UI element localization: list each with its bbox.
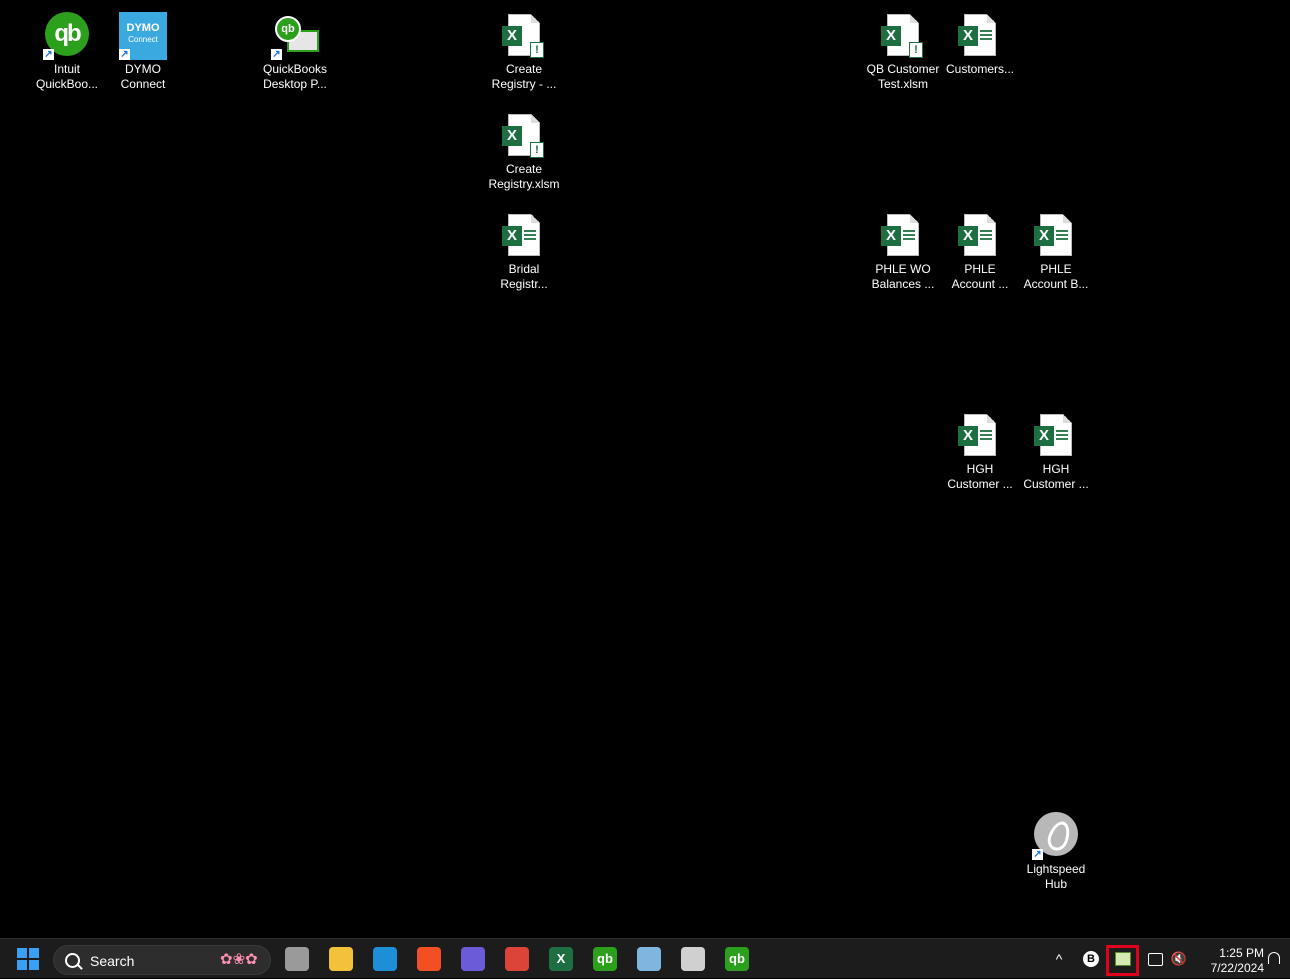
excel-file-icon: X	[956, 212, 1004, 260]
shortcut-arrow-icon: ↗	[271, 49, 282, 60]
desktop-icon-intuit-quickbooks[interactable]: qb ↗ Intuit QuickBoo...	[29, 0, 105, 92]
excel-macro-file-icon: X!	[500, 112, 548, 160]
tray-overflow-button[interactable]: ^	[1048, 939, 1070, 979]
desktop-icon-phle-account-b[interactable]: X PHLE Account B...	[1018, 200, 1094, 292]
monitor-app-icon	[637, 947, 661, 971]
desktop[interactable]: qb ↗ Intuit QuickBoo... DYMO Connect ↗ D…	[0, 0, 1290, 938]
desktop-icon-create-registry-copy[interactable]: X! Create Registry - ...	[486, 0, 562, 92]
desktop-icon-label: HGH Customer ...	[947, 462, 1013, 491]
taskbar-app-snipping-tool[interactable]	[673, 943, 713, 975]
desktop-icon-create-registry[interactable]: X! Create Registry.xlsm	[486, 100, 562, 192]
clock-time: 1:25 PM	[1219, 946, 1264, 960]
desktop-icon-lightspeed-hub[interactable]: ↗ Lightspeed Hub	[1018, 800, 1094, 892]
taskbar-app-microsoft-store[interactable]	[409, 943, 449, 975]
clock[interactable]: 1:25 PM 7/22/2024	[1196, 946, 1264, 976]
taskbar-app-quickbooks-desktop[interactable]: qb	[717, 943, 757, 975]
desktop-icon-phle-wo-balances[interactable]: X PHLE WO Balances ...	[865, 200, 941, 292]
copilot-icon	[461, 947, 485, 971]
excel-file-icon: X	[1032, 212, 1080, 260]
excel-macro-file-icon: X!	[879, 12, 927, 60]
search-box[interactable]: Search ✿❀✿	[53, 945, 271, 975]
excel-file-icon: X	[879, 212, 927, 260]
desktop-icon-hgh-customer-1[interactable]: X HGH Customer ...	[942, 400, 1018, 492]
volume-button[interactable]: 🔇	[1168, 939, 1190, 979]
taskbar-app-file-explorer[interactable]	[321, 943, 361, 975]
desktop-icon-label: PHLE Account ...	[951, 262, 1009, 291]
shortcut-arrow-icon: ↗	[119, 49, 130, 60]
desktop-icon-hgh-customer-2[interactable]: X HGH Customer ...	[1018, 400, 1094, 492]
desktop-icon-label: HGH Customer ...	[1023, 462, 1089, 491]
desktop-icon-label: Intuit QuickBoo...	[35, 62, 99, 91]
desktop-icon-label: PHLE Account B...	[1023, 262, 1089, 291]
desktop-icon-label: QuickBooks Desktop P...	[262, 62, 328, 91]
desktop-icon-label: PHLE WO Balances ...	[871, 262, 935, 291]
dymo-logo-subtext: Connect	[128, 35, 158, 44]
search-label: Search	[90, 953, 135, 969]
quickbooks-desktop-icon: qb	[725, 947, 749, 971]
taskbar-app-quickbooks[interactable]: qb	[585, 943, 625, 975]
desktop-icon-label: Create Registry - ...	[491, 62, 557, 91]
search-highlight-icon: ✿❀✿	[220, 951, 258, 968]
highlight-box	[1106, 945, 1139, 976]
desktop-icon-qb-customer-test[interactable]: X! QB Customer Test.xlsm	[865, 0, 941, 92]
file-explorer-icon	[329, 947, 353, 971]
taskbar-app-excel[interactable]: X	[541, 943, 581, 975]
clock-date: 7/22/2024	[1210, 961, 1264, 975]
excel-file-icon: X	[1032, 412, 1080, 460]
desktop-icon-label: Bridal Registr...	[500, 262, 548, 291]
tray-b-app[interactable]: B	[1080, 939, 1102, 979]
dymo-logo-text: DYMO	[126, 22, 160, 34]
start-button[interactable]	[8, 943, 48, 975]
bell-icon	[1268, 952, 1280, 964]
shortcut-arrow-icon: ↗	[1032, 849, 1043, 860]
microsoft-store-icon	[417, 947, 441, 971]
excel-file-icon: X	[500, 212, 548, 260]
desktop-icon-customers[interactable]: X Customers...	[942, 0, 1018, 77]
snipping-tool-icon	[681, 947, 705, 971]
excel-macro-file-icon: X!	[500, 12, 548, 60]
desktop-icon-label: Lightspeed Hub	[1026, 862, 1086, 891]
taskbar-app-task-view[interactable]	[277, 943, 317, 975]
excel-file-icon: X	[956, 412, 1004, 460]
taskbar-app-monitor-app[interactable]	[629, 943, 669, 975]
windows-start-icon	[17, 948, 39, 970]
excel-icon: X	[549, 947, 573, 971]
notifications-button[interactable]	[1264, 939, 1284, 979]
chrome-icon	[505, 947, 529, 971]
desktop-icon-quickbooks-desktop[interactable]: qb ↗ QuickBooks Desktop P...	[257, 0, 333, 92]
desktop-icon-label: Create Registry.xlsm	[488, 162, 560, 191]
volume-muted-icon: 🔇	[1170, 951, 1188, 966]
edge-icon	[373, 947, 397, 971]
shortcut-arrow-icon: ↗	[43, 49, 54, 60]
desktop-icon-dymo-connect[interactable]: DYMO Connect ↗ DYMO Connect	[105, 0, 181, 92]
desktop-icon-phle-account[interactable]: X PHLE Account ...	[942, 200, 1018, 292]
quickbooks-icon: qb	[593, 947, 617, 971]
taskbar-app-chrome[interactable]	[497, 943, 537, 975]
taskbar-app-copilot[interactable]	[453, 943, 493, 975]
chevron-up-icon: ^	[1055, 951, 1063, 967]
network-button[interactable]	[1144, 939, 1166, 979]
search-icon	[65, 953, 80, 968]
desktop-icon-label: Customers...	[945, 62, 1014, 76]
taskbar-app-edge[interactable]	[365, 943, 405, 975]
b-app-icon: B	[1083, 951, 1099, 967]
desktop-icon-label: QB Customer Test.xlsm	[866, 62, 940, 91]
excel-file-icon: X	[956, 12, 1004, 60]
desktop-icon-bridal-registry[interactable]: X Bridal Registr...	[486, 200, 562, 292]
taskbar: Search ✿❀✿ Xqb qb ^ B 🔇 1:25 PM 7/22/2024	[0, 938, 1290, 978]
desktop-icon-label: DYMO Connect	[120, 62, 166, 91]
task-view-icon	[285, 947, 309, 971]
network-icon	[1147, 952, 1163, 966]
